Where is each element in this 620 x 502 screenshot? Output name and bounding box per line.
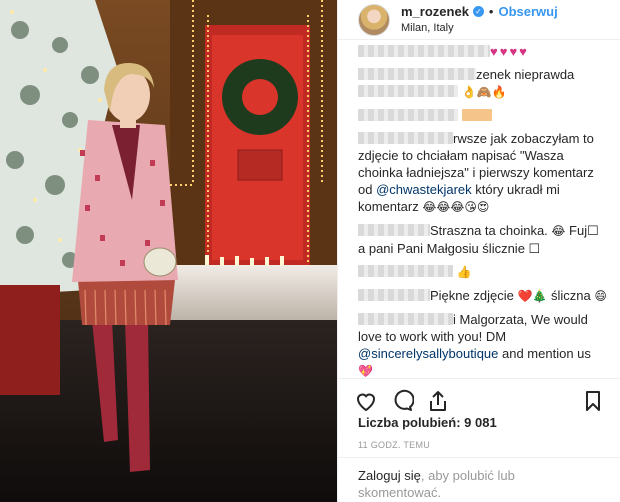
comment-item: ♥♥♥♥: [358, 43, 608, 60]
login-link[interactable]: Zaloguj się: [358, 468, 421, 483]
post-photo: [0, 0, 337, 502]
comment-item: i Malgorzata, We would love to work with…: [358, 311, 608, 378]
blurred-username: [358, 68, 476, 80]
likes-count[interactable]: Liczba polubień: 9 081: [358, 415, 497, 430]
separator-dot: •: [488, 3, 494, 19]
follow-button[interactable]: Obserwuj: [498, 4, 557, 20]
photo-illustration: [0, 0, 337, 502]
post-panel: m_rozenek ✓ • Obserwuj Milan, Italy ♥♥♥♥…: [337, 0, 620, 502]
comment-item: Piękne zdjęcie ❤️🎄 śliczna 😄: [358, 287, 608, 305]
comment-emoji: ❤️🎄: [517, 289, 548, 303]
comment-icon[interactable]: [390, 389, 415, 413]
header-text: m_rozenek ✓ • Obserwuj Milan, Italy: [401, 4, 558, 36]
comment-text: and mention us: [498, 346, 591, 361]
comment-emoji: 😄: [594, 289, 607, 303]
blurred-username: [358, 224, 430, 236]
comment-emoji: 👌🙈🔥: [461, 85, 507, 99]
login-prompt: Zaloguj się, aby polubić lub skomentować…: [338, 457, 620, 502]
blurred-text: [358, 109, 458, 121]
comment-emoji: 👍: [456, 265, 472, 279]
comment-text: Straszna ta choinka.: [430, 223, 552, 238]
avatar[interactable]: [358, 3, 390, 36]
comment-text: Piękne zdjęcie: [430, 288, 518, 303]
comment-text: śliczna: [547, 288, 595, 303]
comment-item: rwsze jak zobaczyłam to zdjęcie to chcia…: [358, 130, 608, 216]
comment-item: 👍: [358, 263, 608, 281]
comment-emoji: 😂😂😂😘😍: [422, 200, 490, 214]
comments-list: ♥♥♥♥ zenek nieprawda 👌🙈🔥 rwsze jak zobac…: [358, 40, 608, 378]
header-row: m_rozenek ✓ • Obserwuj: [401, 4, 558, 20]
blurred-text: [358, 45, 490, 57]
post-header: m_rozenek ✓ • Obserwuj Milan, Italy: [338, 0, 620, 40]
comment-item: [358, 107, 608, 124]
mention-link[interactable]: @sincerelysallyboutique: [358, 346, 498, 361]
mention-link[interactable]: @chwastekjarek: [376, 182, 472, 197]
verified-badge-icon: ✓: [472, 6, 484, 17]
blurred-username: [358, 132, 453, 144]
blurred-username: [358, 313, 453, 325]
blurred-emoji: [461, 109, 492, 121]
comment-item: Straszna ta choinka. 😂 Fuj☐ a pani Pani …: [358, 222, 608, 257]
post-timestamp[interactable]: 11 GODZ. TEMU: [358, 440, 430, 450]
blurred-text: [358, 265, 453, 277]
comment-emoji: 💖: [358, 364, 373, 378]
comment-hearts: ♥♥♥♥: [490, 44, 529, 59]
comment-item: zenek nieprawda 👌🙈🔥: [358, 66, 608, 101]
blurred-username: [358, 289, 430, 301]
location-link[interactable]: Milan, Italy: [401, 20, 558, 36]
bookmark-icon[interactable]: [581, 389, 605, 413]
username[interactable]: m_rozenek: [401, 4, 469, 20]
blurred-text: [358, 85, 458, 97]
heart-icon[interactable]: [354, 389, 378, 413]
comment-emoji: 😂: [551, 224, 566, 238]
comment-text: zenek nieprawda: [476, 67, 575, 82]
share-icon[interactable]: [426, 389, 450, 413]
